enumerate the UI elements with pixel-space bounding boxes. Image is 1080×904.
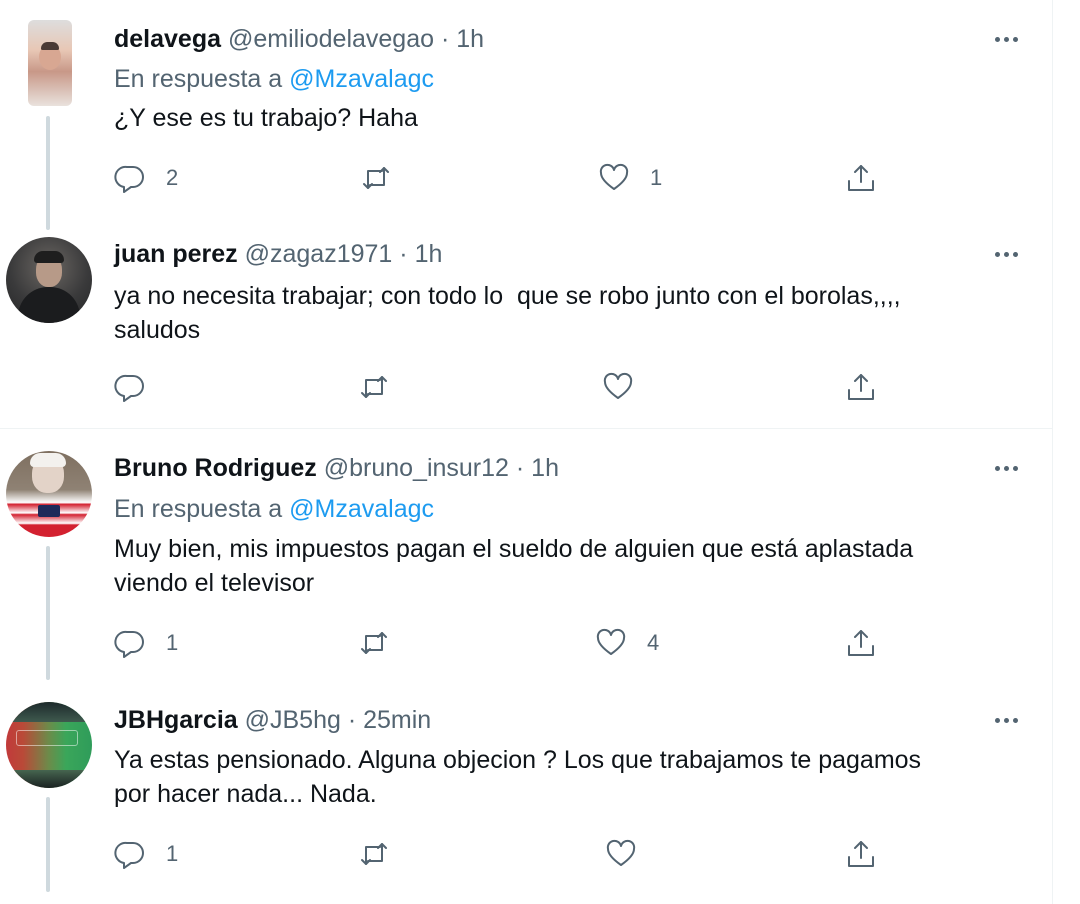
tweet-header: delavega @emiliodelavegao · 1h	[114, 24, 484, 54]
retweet-icon	[363, 167, 389, 189]
like-button[interactable]: 4	[595, 625, 659, 661]
thread-line	[46, 546, 50, 680]
author-name[interactable]: delavega	[114, 25, 221, 53]
tweet-text: ya no necesita trabajar; con todo lo que…	[114, 282, 901, 344]
separator-dot: ·	[399, 240, 408, 268]
reply-prefix: En respuesta a	[114, 495, 283, 523]
retweet-icon	[361, 843, 387, 865]
like-count: 1	[650, 165, 663, 190]
thread-line	[46, 797, 50, 892]
reply-context: En respuesta a @Mzavalagc	[114, 494, 434, 524]
reply-icon	[114, 165, 144, 193]
separator-dot: ·	[440, 25, 450, 53]
reply-button[interactable]: 1	[114, 625, 178, 661]
reply-context: En respuesta a @Mzavalagc	[114, 64, 434, 94]
tweet-text: Ya estas pensionado. Alguna objecion ? L…	[114, 746, 922, 808]
author-handle[interactable]: @JB5hg	[245, 706, 341, 734]
share-button[interactable]	[845, 836, 877, 872]
author-handle[interactable]: @zagaz1971	[245, 240, 393, 268]
retweet-button[interactable]	[358, 625, 390, 661]
share-button[interactable]	[845, 625, 877, 661]
like-count: 4	[647, 630, 660, 655]
tweet-header: juan perez @zagaz1971 · 1h	[114, 239, 442, 269]
retweet-icon	[361, 376, 387, 398]
more-icon[interactable]	[988, 705, 1024, 735]
retweet-button[interactable]	[358, 369, 390, 405]
timestamp[interactable]: 1h	[531, 454, 559, 482]
share-icon	[848, 374, 874, 400]
heart-icon	[606, 839, 636, 866]
author-handle[interactable]: @bruno_insur12	[324, 454, 509, 482]
author-name[interactable]: juan perez	[114, 240, 238, 268]
timestamp[interactable]: 25min	[363, 706, 431, 734]
reply-count: 1	[166, 630, 179, 655]
reply-icon	[114, 630, 144, 658]
avatar[interactable]	[28, 20, 72, 106]
retweet-icon	[361, 632, 387, 654]
reply-count: 1	[166, 841, 179, 866]
tweet-header: JBHgarcia @JB5hg · 25min	[114, 705, 431, 735]
reply-button[interactable]: 2	[114, 160, 178, 196]
more-icon[interactable]	[988, 453, 1024, 483]
timeline-right-border	[1052, 0, 1053, 904]
heart-icon	[603, 372, 633, 399]
more-icon[interactable]	[988, 24, 1024, 54]
retweet-button[interactable]	[358, 836, 390, 872]
timestamp[interactable]: 1h	[415, 240, 443, 268]
share-button[interactable]	[845, 160, 877, 196]
author-name[interactable]: JBHgarcia	[114, 706, 238, 734]
like-button[interactable]	[602, 369, 654, 405]
heart-icon	[599, 163, 629, 190]
retweet-button[interactable]	[360, 160, 392, 196]
avatar[interactable]	[6, 451, 92, 537]
author-handle[interactable]: @emiliodelavegao	[228, 25, 434, 53]
reply-to-link[interactable]: @Mzavalagc	[289, 495, 434, 523]
reply-prefix: En respuesta a	[114, 65, 283, 93]
like-button[interactable]	[605, 836, 657, 872]
share-icon	[848, 841, 874, 867]
author-name[interactable]: Bruno Rodriguez	[114, 454, 317, 482]
reply-to-link[interactable]: @Mzavalagc	[289, 65, 434, 93]
separator-dot: ·	[347, 706, 357, 734]
share-button[interactable]	[845, 369, 877, 405]
thread-line	[46, 116, 50, 230]
tweet-text: Muy bien, mis impuestos pagan el sueldo …	[114, 535, 914, 597]
timestamp[interactable]: 1h	[456, 25, 484, 53]
avatar[interactable]	[6, 702, 92, 788]
reply-count: 2	[166, 165, 179, 190]
tweet-header: Bruno Rodriguez @bruno_insur12 · 1h	[114, 453, 559, 483]
like-button[interactable]: 1	[598, 160, 662, 196]
tweet-divider	[0, 428, 1052, 429]
reply-icon	[114, 374, 144, 402]
heart-icon	[596, 628, 626, 655]
tweet-text: ¿Y ese es tu trabajo? Haha	[114, 104, 418, 132]
reply-button[interactable]	[114, 369, 166, 405]
reply-button[interactable]: 1	[114, 836, 178, 872]
reply-icon	[114, 841, 144, 869]
more-icon[interactable]	[988, 239, 1024, 269]
separator-dot: ·	[515, 454, 525, 482]
avatar[interactable]	[6, 237, 92, 323]
share-icon	[848, 630, 874, 656]
share-icon	[848, 165, 874, 191]
